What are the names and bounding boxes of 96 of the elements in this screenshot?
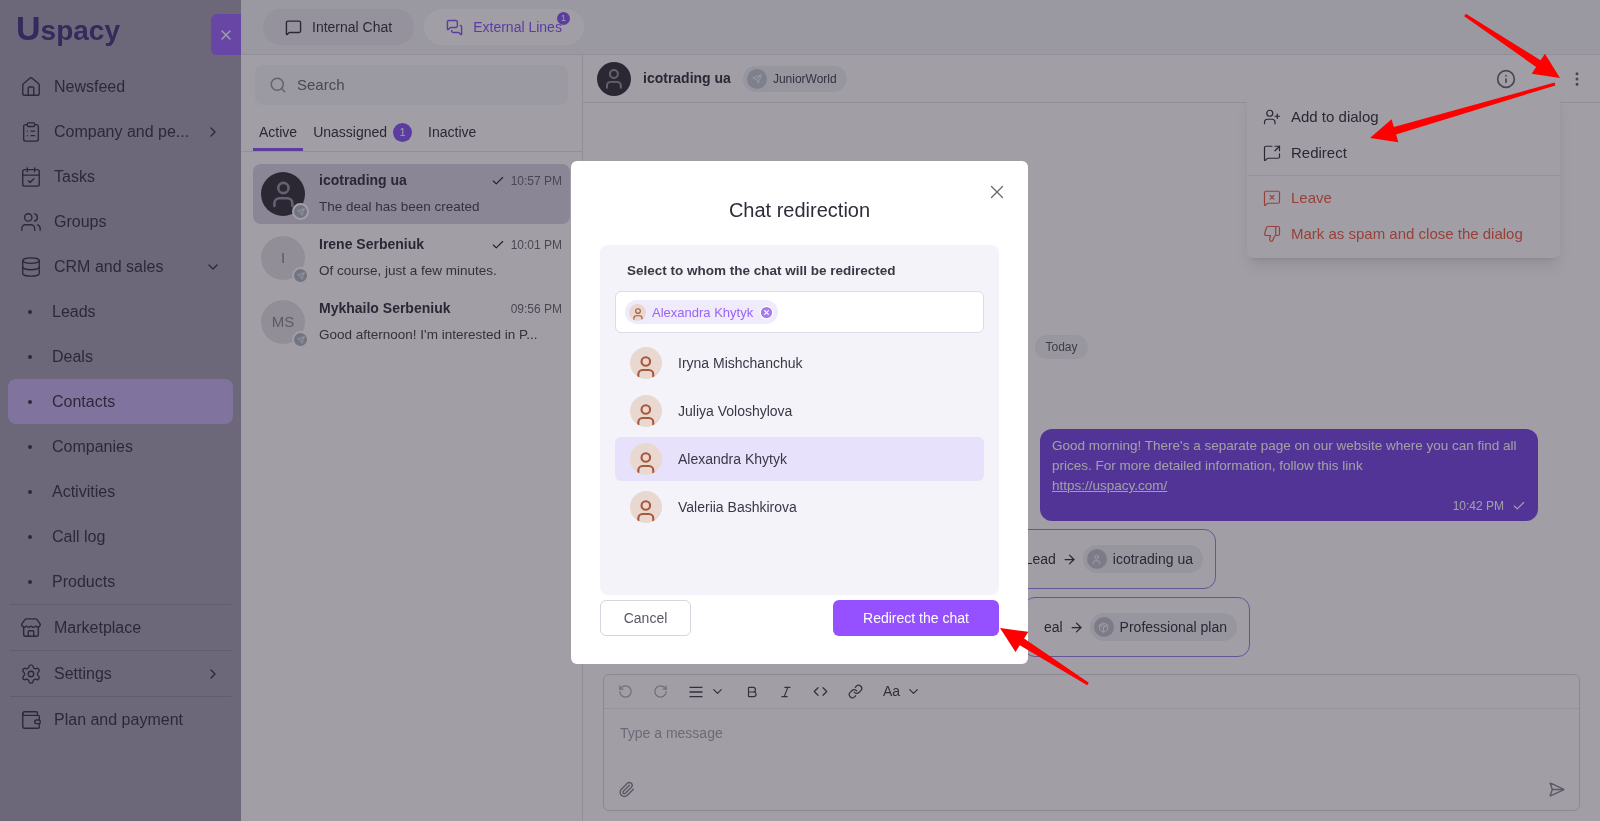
chat-list-item[interactable]: icotrading ua 10:57 PM The deal has been created <box>253 164 570 224</box>
person-option[interactable]: Iryna Mishchanchuk <box>615 341 984 386</box>
sidebar-item[interactable]: Newsfeed <box>8 64 233 109</box>
chat-bubbles-icon <box>446 18 464 36</box>
telegram-badge-icon <box>292 267 309 284</box>
sidebar-item[interactable]: Settings <box>8 651 233 696</box>
remove-icon[interactable] <box>759 304 775 320</box>
italic-icon[interactable] <box>779 684 793 699</box>
contact-icon <box>1086 549 1107 569</box>
avatar-photo <box>629 303 646 321</box>
entity-tag: Professional plan <box>1089 613 1237 641</box>
contact-name: Mykhailo Serbeniuk <box>319 299 452 319</box>
chat-forward-icon <box>1263 144 1281 162</box>
message-preview: Of course, just a few minutes. <box>319 262 498 281</box>
message-time: 10:01 PM <box>510 236 562 254</box>
bullet-icon <box>28 309 32 314</box>
arrow-right-icon <box>1068 619 1084 635</box>
top-tab[interactable]: Internal Chat <box>263 9 415 45</box>
entity-tag: icotrading ua <box>1082 545 1203 573</box>
cancel-button[interactable]: Cancel <box>600 600 691 636</box>
message-time: 10:42 PM <box>1452 498 1504 515</box>
package-icon <box>1093 617 1114 637</box>
sidebar-item[interactable]: Marketplace <box>8 605 233 650</box>
person-option[interactable]: Valeriia Bashkirova <box>615 485 984 530</box>
attach-icon[interactable] <box>618 781 635 798</box>
info-icon[interactable] <box>1496 68 1516 89</box>
chat-title: icotrading ua <box>643 69 731 88</box>
bullet-icon <box>28 444 32 449</box>
message-time: 09:56 PM <box>510 300 562 318</box>
channel-tag: JuniorWorld <box>742 65 847 92</box>
sidebar-item[interactable]: Deals <box>8 334 233 379</box>
sidebar-item[interactable]: Call log <box>8 514 233 559</box>
bold-icon[interactable] <box>745 684 759 699</box>
chat-close-icon <box>1263 189 1281 207</box>
store-icon <box>20 616 42 639</box>
bullet-icon <box>28 489 32 494</box>
menu-item[interactable]: Leave <box>1247 180 1560 216</box>
contact-name: Irene Serbeniuk <box>319 235 426 255</box>
message-preview: The deal has been created <box>319 198 481 217</box>
contact-name: icotrading ua <box>319 171 408 191</box>
logo: Uspacy <box>16 11 120 45</box>
people-icon <box>20 210 42 233</box>
count-badge: 1 <box>556 12 570 25</box>
message-preview: Good afternoon! I'm interested in P... <box>319 326 539 345</box>
event-source: eal <box>1043 617 1063 637</box>
search-field[interactable]: Search <box>255 65 568 105</box>
sidebar-item[interactable]: Leads <box>8 289 233 334</box>
calendar-icon <box>20 165 42 188</box>
sidebar-item[interactable]: CRM and sales <box>8 244 233 289</box>
list-tab[interactable]: Active <box>253 117 304 151</box>
add-user-icon <box>1263 108 1281 126</box>
telegram-badge-icon <box>292 331 309 348</box>
sidebar-item[interactable]: Tasks <box>8 154 233 199</box>
message-link[interactable]: https://uspacy.com/ <box>1052 478 1168 493</box>
list-tab[interactable]: Unassigned 1 <box>307 117 419 151</box>
search-input[interactable]: Search <box>297 73 554 97</box>
menu-item[interactable]: Add to dialog <box>1247 99 1560 135</box>
code-icon[interactable] <box>813 684 828 699</box>
person-option[interactable]: Alexandra Khytyk <box>615 437 984 482</box>
sidebar-item[interactable]: Companies <box>8 424 233 469</box>
bullet-icon <box>28 534 32 539</box>
font-size-button[interactable]: Aa <box>883 681 901 702</box>
sidebar-item[interactable]: Products <box>8 559 233 604</box>
stack-icon <box>20 255 42 278</box>
sidebar-item[interactable]: Plan and payment <box>8 697 233 742</box>
message-time: 10:57 PM <box>510 172 562 190</box>
recipient-chip: Alexandra Khytyk <box>625 300 779 325</box>
settings-icon <box>20 662 42 685</box>
bullet-icon <box>28 399 32 404</box>
bullet-icon <box>28 354 32 359</box>
sidebar-item[interactable]: Activities <box>8 469 233 514</box>
redirect-button[interactable]: Redirect the chat <box>833 600 999 636</box>
field-label: Select to whom the chat will be redirected <box>626 262 897 280</box>
search-icon <box>269 76 287 94</box>
person-option[interactable]: Juliya Voloshylova <box>615 389 984 434</box>
arrow-right-icon <box>1061 551 1077 567</box>
telegram-icon <box>746 68 767 89</box>
list-tab[interactable]: Inactive <box>422 117 483 151</box>
thumbs-down-icon <box>1263 225 1281 243</box>
telegram-badge-icon <box>292 203 309 220</box>
bullet-icon <box>28 579 32 584</box>
chat-bubble-icon <box>285 18 302 36</box>
sidebar-item[interactable]: Groups <box>8 199 233 244</box>
link-icon[interactable] <box>848 684 863 699</box>
document-icon <box>20 120 42 143</box>
count-badge: 1 <box>393 123 413 142</box>
dialog-title: Chat redirection <box>727 198 872 223</box>
recipient-field[interactable]: Alexandra Khytyk <box>615 291 984 334</box>
date-chip: Today <box>1035 335 1088 359</box>
wallet-icon <box>20 708 42 731</box>
menu-item[interactable]: Redirect <box>1247 135 1560 171</box>
send-icon[interactable] <box>1548 781 1565 798</box>
sidebar-item[interactable]: Company and pe... <box>8 109 233 154</box>
menu-item[interactable]: Mark as spam and close the dialog <box>1247 216 1560 252</box>
sidebar-item[interactable]: Contacts <box>8 379 233 424</box>
house-icon <box>20 75 42 98</box>
